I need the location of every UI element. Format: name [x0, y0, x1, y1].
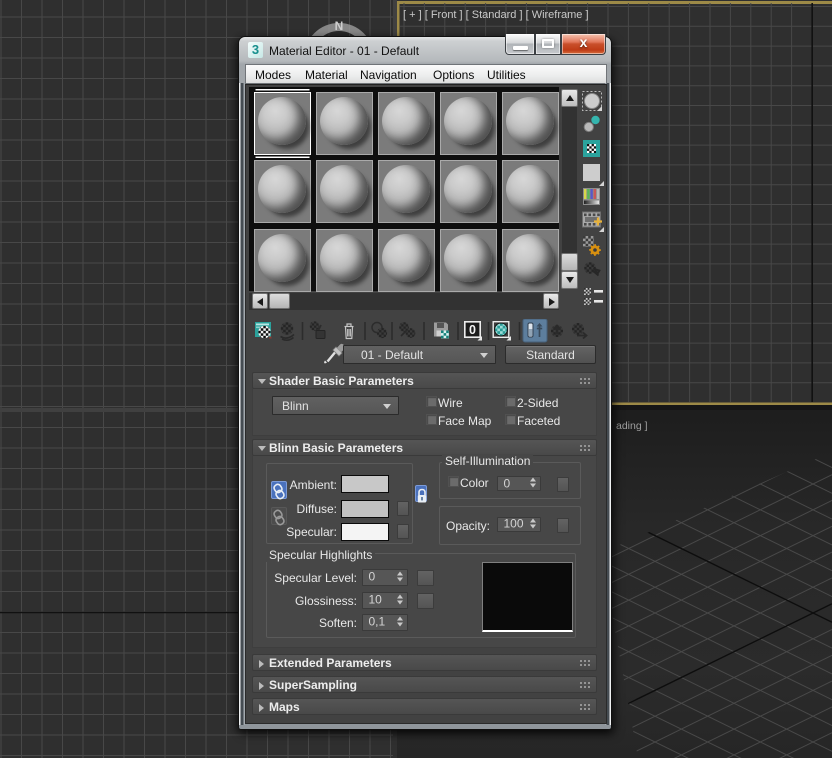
- svg-text:N: N: [335, 19, 344, 33]
- svg-text:0: 0: [469, 323, 476, 337]
- svg-text:ading ]: ading ]: [616, 420, 648, 432]
- svg-text:[ + ] [ Front ] [ Standard ] [: [ + ] [ Front ] [ Standard ] [ Wireframe…: [403, 9, 589, 21]
